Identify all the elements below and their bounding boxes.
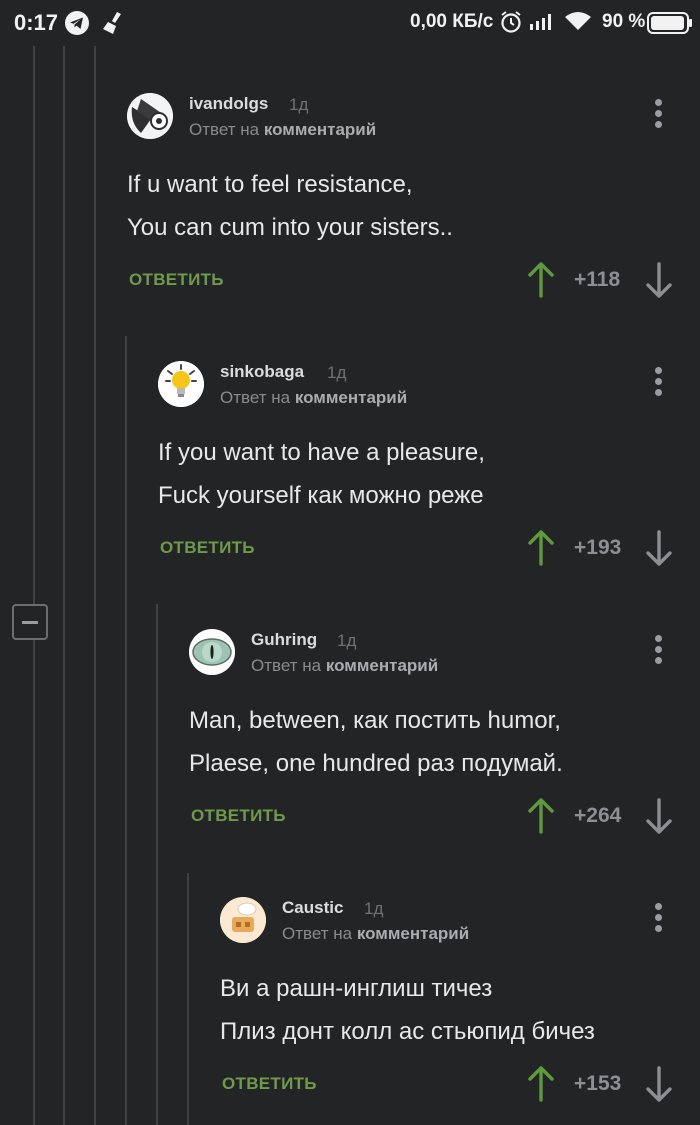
comment-line: If you want to have a pleasure,: [158, 439, 485, 466]
comment-line: You can cum into your sisters..: [127, 214, 453, 241]
comment-time: 1д: [337, 631, 357, 650]
reply-target-link[interactable]: комментарий: [264, 120, 376, 139]
reply-button[interactable]: ОТВЕТИТЬ: [191, 806, 286, 826]
battery-icon: [647, 12, 693, 39]
thread-line[interactable]: [94, 46, 96, 1125]
comment-username[interactable]: sinkobaga: [220, 362, 304, 382]
downvote-arrow-icon[interactable]: [645, 1066, 673, 1102]
avatar[interactable]: [189, 629, 235, 675]
avatar-image: [220, 897, 266, 943]
comment-score: +153: [574, 1072, 622, 1095]
status-bar: 0:17 0,00 КБ/с 90 %: [0, 0, 700, 46]
reply-prefix: Ответ на: [282, 924, 353, 943]
thread-line[interactable]: [33, 46, 35, 1125]
comment-line: Ви а рашн-инглиш тичез: [220, 975, 493, 1002]
reply-target-link[interactable]: комментарий: [326, 656, 438, 675]
upvote-arrow-icon[interactable]: [527, 798, 555, 834]
avatar-image: [158, 361, 204, 407]
comment-line: Fuck yourself как можно реже: [158, 482, 484, 509]
cleaner-icon: [100, 10, 126, 41]
reply-target-link[interactable]: комментарий: [357, 924, 469, 943]
comment-time: 1д: [327, 363, 347, 382]
more-options-icon[interactable]: [653, 367, 663, 399]
more-options-icon[interactable]: [653, 635, 663, 667]
avatar[interactable]: [220, 897, 266, 943]
comment-body: Man, between, как постить humor, Plaese,…: [189, 699, 563, 785]
upvote-arrow-icon[interactable]: [527, 262, 555, 298]
comment-score: +118: [574, 268, 621, 291]
comment: ivandolgs 1д Ответ на комментарий If u w…: [127, 93, 687, 303]
thread-line[interactable]: [63, 46, 65, 1125]
comment-body: If u want to feel resistance, You can cu…: [127, 163, 453, 249]
upvote-arrow-icon[interactable]: [527, 530, 555, 566]
downvote-arrow-icon[interactable]: [645, 798, 673, 834]
comment-body: If you want to have a pleasure, Fuck you…: [158, 431, 485, 517]
wifi-icon: [564, 10, 592, 37]
reply-button[interactable]: ОТВЕТИТЬ: [129, 270, 224, 290]
comment: Guhring 1д Ответ на комментарий Man, bet…: [189, 629, 689, 839]
alarm-icon: [500, 10, 522, 39]
comment-score: +264: [574, 804, 622, 827]
reply-info: Ответ на комментарий: [251, 656, 438, 676]
more-options-icon[interactable]: [653, 99, 663, 131]
reply-prefix: Ответ на: [189, 120, 260, 139]
comment-line: Man, between, как постить humor,: [189, 707, 561, 734]
reply-button[interactable]: ОТВЕТИТЬ: [160, 538, 255, 558]
telegram-icon: [64, 10, 90, 41]
comment-line: Plaese, one hundred раз подумай.: [189, 750, 563, 777]
comment-username[interactable]: Guhring: [251, 630, 317, 650]
more-options-icon[interactable]: [653, 903, 663, 935]
reply-target-link[interactable]: комментарий: [295, 388, 407, 407]
collapse-thread-button[interactable]: [12, 604, 48, 640]
status-time: 0:17: [14, 10, 59, 35]
comment: Caustic 1д Ответ на комментарий Ви а раш…: [220, 897, 690, 1107]
comment-line: Плиз донт колл ас стьюпид бичез: [220, 1018, 595, 1045]
avatar-image: [189, 629, 235, 675]
reply-prefix: Ответ на: [220, 388, 291, 407]
reply-info: Ответ на комментарий: [220, 388, 407, 408]
avatar[interactable]: [127, 93, 173, 139]
comment-time: 1д: [364, 899, 384, 918]
thread-line[interactable]: [156, 604, 158, 1125]
comment-line: If u want to feel resistance,: [127, 171, 413, 198]
reply-prefix: Ответ на: [251, 656, 322, 675]
battery-percent: 90 %: [602, 11, 646, 32]
upvote-arrow-icon[interactable]: [527, 1066, 555, 1102]
comment-time: 1д: [289, 95, 309, 114]
thread-line[interactable]: [187, 873, 189, 1125]
minus-icon: [22, 621, 38, 624]
avatar[interactable]: [158, 361, 204, 407]
network-speed: 0,00 КБ/с: [410, 11, 494, 32]
comment: sinkobaga 1д Ответ на комментарий If you…: [158, 361, 688, 571]
comment-username[interactable]: ivandolgs: [189, 94, 268, 114]
avatar-image: [127, 93, 173, 139]
reply-button[interactable]: ОТВЕТИТЬ: [222, 1074, 317, 1094]
comment-username[interactable]: Caustic: [282, 898, 343, 918]
comment-score: +193: [574, 536, 622, 559]
thread-line[interactable]: [125, 336, 127, 1125]
downvote-arrow-icon[interactable]: [645, 262, 673, 298]
reply-info: Ответ на комментарий: [282, 924, 469, 944]
downvote-arrow-icon[interactable]: [645, 530, 673, 566]
reply-info: Ответ на комментарий: [189, 120, 376, 140]
signal-icon: [529, 10, 557, 37]
comment-body: Ви а рашн-инглиш тичез Плиз донт колл ас…: [220, 967, 595, 1053]
